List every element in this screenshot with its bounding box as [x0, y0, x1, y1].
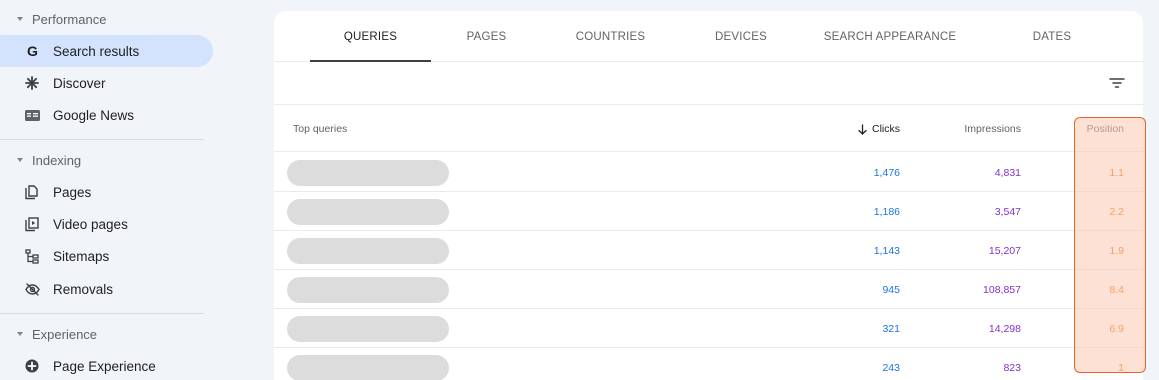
table-row[interactable]: 243 823 1 — [274, 348, 1143, 380]
sidebar-item-label: Pages — [53, 184, 92, 200]
tab-label: DEVICES — [715, 30, 767, 43]
sidebar-item-sitemaps[interactable]: Sitemaps — [0, 240, 213, 272]
sitemaps-icon — [24, 248, 40, 264]
position-value: 2.2 — [1109, 205, 1124, 218]
sidebar-item-google-news[interactable]: Google News — [0, 99, 213, 131]
tab-label: PAGES — [466, 30, 507, 43]
clicks-value: 1,476 — [873, 166, 900, 179]
tab-search-appearance[interactable]: SEARCH APPEARANCE — [820, 11, 960, 62]
filter-icon[interactable] — [1109, 76, 1125, 90]
section-title: Experience — [32, 326, 98, 342]
table-header: Top queries Clicks Impressions Position — [274, 106, 1143, 152]
impressions-value: 14,298 — [988, 322, 1021, 335]
redacted-query[interactable] — [287, 277, 449, 303]
section-experience[interactable]: Experience — [16, 324, 97, 344]
column-header-impressions[interactable]: Impressions — [964, 106, 1021, 152]
chevron-down-icon — [17, 332, 23, 336]
active-tab-indicator — [310, 60, 431, 62]
impressions-value: 823 — [1003, 361, 1021, 374]
impressions-value: 3,547 — [994, 205, 1021, 218]
table-row[interactable]: 1,143 15,207 1.9 — [274, 231, 1143, 270]
google-g-icon: G — [24, 43, 40, 59]
page-experience-icon — [24, 358, 40, 374]
sidebar-item-label: Page Experience — [53, 358, 156, 374]
sidebar-item-video-pages[interactable]: Video pages — [0, 208, 213, 240]
impressions-value: 4,831 — [994, 166, 1021, 179]
clicks-value: 945 — [882, 283, 900, 296]
sidebar-item-removals[interactable]: Removals — [0, 273, 213, 305]
news-icon — [24, 107, 40, 123]
sidebar-item-label: Google News — [53, 107, 135, 123]
table-row[interactable]: 321 14,298 6.9 — [274, 309, 1143, 348]
eye-off-icon — [24, 281, 40, 297]
results-card: QUERIES PAGES COUNTRIES DEVICES SEARCH A… — [274, 11, 1143, 380]
video-pages-icon — [24, 216, 40, 232]
tab-pages[interactable]: PAGES — [449, 11, 524, 62]
section-title: Indexing — [32, 152, 82, 168]
column-header-top-queries: Top queries — [293, 123, 348, 135]
position-value: 6.9 — [1109, 322, 1124, 335]
asterisk-icon — [24, 75, 40, 91]
divider — [0, 139, 204, 140]
tab-label: QUERIES — [343, 30, 398, 43]
pages-icon — [24, 184, 40, 200]
redacted-query[interactable] — [287, 160, 449, 186]
tab-dates[interactable]: DATES — [1022, 11, 1082, 62]
tab-label: DATES — [1032, 30, 1072, 43]
clicks-value: 1,186 — [873, 205, 900, 218]
sidebar-item-label: Sitemaps — [53, 248, 110, 264]
clicks-value: 321 — [882, 322, 900, 335]
tab-bar: QUERIES PAGES COUNTRIES DEVICES SEARCH A… — [274, 11, 1143, 62]
table-row[interactable]: 1,476 4,831 1.1 — [274, 153, 1143, 192]
column-header-position[interactable]: Position — [1087, 106, 1124, 152]
position-value: 1.9 — [1109, 244, 1124, 257]
section-title: Performance — [32, 11, 107, 27]
sidebar-item-label: Video pages — [53, 216, 128, 232]
tab-label: SEARCH APPEARANCE — [823, 30, 957, 43]
filter-row — [274, 63, 1143, 105]
impressions-value: 15,207 — [988, 244, 1021, 257]
tab-devices[interactable]: DEVICES — [700, 11, 782, 62]
tab-label: COUNTRIES — [575, 30, 646, 43]
tab-countries[interactable]: COUNTRIES — [563, 11, 658, 62]
redacted-query[interactable] — [287, 355, 449, 380]
sidebar-item-search-results[interactable]: G Search results — [0, 35, 213, 67]
sidebar-item-pages[interactable]: Pages — [0, 176, 213, 208]
chevron-down-icon — [17, 158, 23, 162]
section-indexing[interactable]: Indexing — [16, 150, 81, 170]
clicks-value: 243 — [882, 361, 900, 374]
column-header-clicks[interactable]: Clicks — [858, 106, 900, 152]
column-header-label: Clicks — [872, 123, 900, 135]
chevron-down-icon — [17, 17, 23, 21]
sidebar-item-label: Discover — [53, 75, 106, 91]
redacted-query[interactable] — [287, 316, 449, 342]
position-value: 1.1 — [1109, 166, 1124, 179]
sort-down-arrow-icon — [858, 123, 867, 135]
divider — [0, 313, 204, 314]
svg-text:G: G — [27, 44, 38, 59]
redacted-query[interactable] — [287, 199, 449, 225]
table-row[interactable]: 1,186 3,547 2.2 — [274, 192, 1143, 231]
position-value: 1 — [1118, 361, 1124, 374]
position-value: 8.4 — [1109, 283, 1124, 296]
clicks-value: 1,143 — [873, 244, 900, 257]
sidebar-item-discover[interactable]: Discover — [0, 67, 213, 99]
table-row[interactable]: 945 108,857 8.4 — [274, 270, 1143, 309]
sidebar-item-page-experience[interactable]: Page Experience — [0, 350, 213, 380]
tab-queries[interactable]: QUERIES — [310, 11, 431, 62]
sidebar: Performance G Search results Discover Go… — [0, 0, 222, 380]
section-performance[interactable]: Performance — [16, 9, 106, 29]
impressions-value: 108,857 — [983, 283, 1021, 296]
sidebar-item-label: Removals — [53, 281, 114, 297]
sidebar-item-label: Search results — [53, 43, 140, 59]
redacted-query[interactable] — [287, 238, 449, 264]
